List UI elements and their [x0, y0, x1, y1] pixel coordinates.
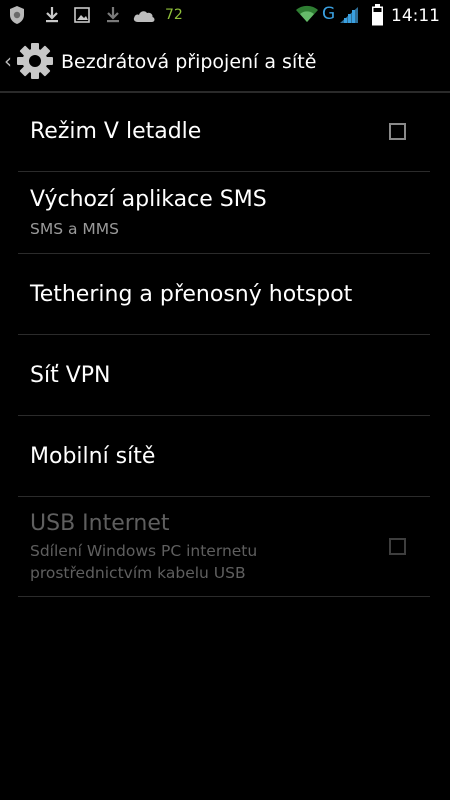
- item-title: Tethering a přenosný hotspot: [30, 282, 353, 307]
- item-title: Výchozí aplikace SMS: [30, 187, 267, 212]
- list-item-default-sms-app[interactable]: Výchozí aplikace SMS SMS a MMS: [18, 172, 430, 254]
- gear-icon[interactable]: [16, 42, 54, 80]
- item-title: Síť VPN: [30, 363, 111, 388]
- signal-icon: [340, 7, 358, 23]
- list-item-mobile-networks[interactable]: Mobilní sítě: [18, 416, 430, 497]
- network-type-text: G: [322, 4, 336, 24]
- page-title: Bezdrátová připojení a sítě: [61, 51, 317, 73]
- settings-list: Režim V letadle Výchozí aplikace SMS SMS…: [18, 92, 430, 597]
- list-item-airplane-mode[interactable]: Režim V letadle: [18, 92, 430, 172]
- cloud-icon: [133, 11, 155, 22]
- list-item-vpn[interactable]: Síť VPN: [18, 335, 430, 416]
- item-summary: Sdílení Windows PC internetu prostřednic…: [30, 542, 258, 582]
- download-icon: [107, 7, 119, 23]
- download-icon: [46, 7, 58, 23]
- wifi-icon: [296, 5, 318, 22]
- list-item-usb-internet[interactable]: USB Internet Sdílení Windows PC internet…: [18, 497, 430, 597]
- item-title: Mobilní sítě: [30, 444, 156, 469]
- item-title: USB Internet: [30, 511, 170, 536]
- shield-icon: [10, 6, 24, 24]
- up-caret-icon[interactable]: ‹: [4, 49, 12, 73]
- airplane-mode-checkbox[interactable]: [389, 123, 406, 140]
- image-icon: [74, 7, 90, 23]
- action-bar: ‹ Bezdrátová připojení a sítě: [0, 33, 450, 93]
- list-item-tethering-hotspot[interactable]: Tethering a přenosný hotspot: [18, 254, 430, 335]
- clock-text: 14:11: [391, 6, 440, 26]
- item-summary: SMS a MMS: [30, 220, 119, 238]
- status-bar: 72 G 14:11: [0, 0, 450, 33]
- battery-icon: [372, 4, 383, 26]
- battery-level-text: 72: [165, 7, 183, 23]
- item-title: Režim V letadle: [30, 119, 202, 144]
- usb-internet-checkbox[interactable]: [389, 538, 406, 555]
